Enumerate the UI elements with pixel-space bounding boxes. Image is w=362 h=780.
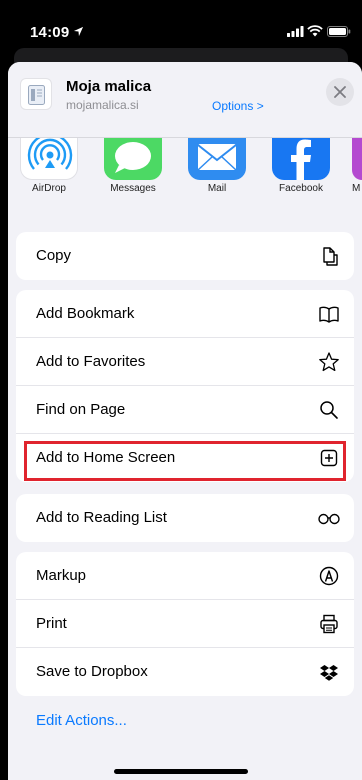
battery-icon bbox=[327, 26, 351, 37]
action-label: Save to Dropbox bbox=[36, 663, 148, 680]
app-airdrop[interactable]: AirDrop bbox=[16, 138, 86, 206]
app-label: AirDrop bbox=[32, 183, 66, 194]
facebook-icon bbox=[272, 138, 330, 180]
star-icon bbox=[319, 352, 339, 372]
action-label: Add to Home Screen bbox=[36, 449, 176, 466]
printer-icon bbox=[320, 614, 338, 634]
action-find-on-page[interactable]: Find on Page bbox=[16, 386, 354, 434]
action-add-to-reading-list[interactable]: Add to Reading List bbox=[16, 494, 354, 542]
action-copy[interactable]: Copy bbox=[16, 232, 354, 280]
action-markup[interactable]: Markup bbox=[16, 552, 354, 600]
airdrop-icon bbox=[20, 138, 78, 180]
actions-group-copy: Copy bbox=[16, 232, 354, 280]
app-messages[interactable]: Messages bbox=[100, 138, 170, 206]
copy-icon bbox=[323, 247, 338, 266]
page-thumbnail bbox=[20, 78, 52, 110]
action-label: Copy bbox=[36, 247, 72, 264]
app-icon-partial bbox=[352, 138, 362, 180]
action-label: Find on Page bbox=[36, 401, 126, 418]
location-arrow-icon bbox=[73, 26, 84, 37]
search-icon bbox=[320, 401, 338, 419]
share-header: Moja malica mojamalica.si Options > bbox=[8, 62, 362, 138]
app-label: Mail bbox=[207, 183, 227, 194]
action-add-to-home-screen[interactable]: Add to Home Screen bbox=[16, 434, 354, 482]
action-label: Markup bbox=[36, 567, 87, 584]
page-title: Moja malica bbox=[66, 78, 152, 95]
actions-group-reading: Add to Reading List bbox=[16, 494, 354, 542]
app-facebook[interactable]: Facebook bbox=[268, 138, 338, 206]
app-mail[interactable]: Mail bbox=[184, 138, 254, 206]
glasses-icon bbox=[318, 513, 340, 525]
close-icon bbox=[334, 86, 346, 98]
action-print[interactable]: Print bbox=[16, 600, 354, 648]
close-button[interactable] bbox=[326, 78, 354, 106]
messages-icon bbox=[104, 138, 162, 180]
actions-group-page: Add Bookmark Add to Favorites Find on Pa… bbox=[16, 290, 354, 482]
dropbox-icon bbox=[320, 665, 338, 681]
action-add-bookmark[interactable]: Add Bookmark bbox=[16, 290, 354, 338]
markup-icon bbox=[319, 566, 339, 586]
action-label: Print bbox=[36, 615, 67, 632]
book-icon bbox=[319, 306, 339, 323]
app-label: Messages bbox=[110, 183, 156, 194]
actions-group-tools: Markup Print Save to Dropbox bbox=[16, 552, 354, 696]
signal-icon bbox=[287, 26, 304, 37]
action-label: Add to Favorites bbox=[36, 353, 146, 370]
app-label: M bbox=[352, 183, 361, 194]
action-label: Add Bookmark bbox=[36, 305, 135, 322]
options-link[interactable]: Options > bbox=[212, 99, 264, 113]
app-partial[interactable]: M bbox=[352, 138, 362, 206]
share-sheet: Moja malica mojamalica.si Options > AirD… bbox=[8, 62, 362, 780]
plus-square-icon bbox=[320, 449, 338, 467]
status-time: 14:09 bbox=[30, 24, 70, 41]
mail-icon bbox=[188, 138, 246, 180]
document-icon bbox=[28, 85, 45, 105]
app-share-row: AirDrop Messages Mail Facebook M bbox=[8, 138, 362, 206]
action-add-to-favorites[interactable]: Add to Favorites bbox=[16, 338, 354, 386]
home-indicator bbox=[114, 769, 248, 774]
action-save-to-dropbox[interactable]: Save to Dropbox bbox=[16, 648, 354, 696]
edit-actions-link[interactable]: Edit Actions... bbox=[36, 712, 127, 729]
wifi-icon bbox=[307, 25, 323, 37]
action-label: Add to Reading List bbox=[36, 509, 167, 526]
app-label: Facebook bbox=[279, 183, 323, 194]
page-url: mojamalica.si bbox=[66, 98, 139, 112]
